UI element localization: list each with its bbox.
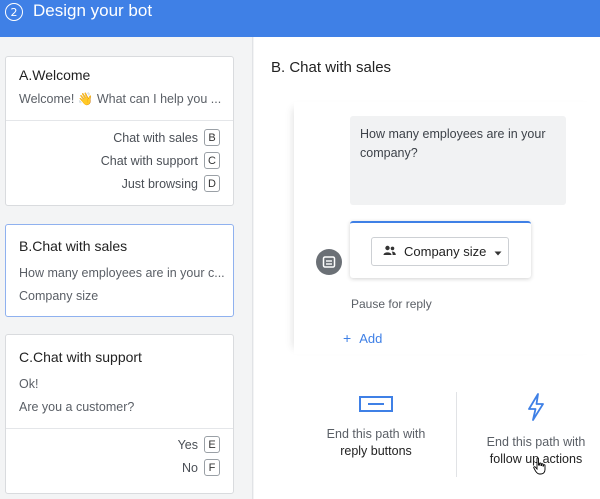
page-title: Design your bot — [33, 1, 153, 20]
reply-target-key: F — [204, 459, 220, 476]
card-divider — [6, 120, 233, 121]
caret-down-icon — [494, 244, 502, 259]
reply-target-key: C — [204, 152, 220, 169]
end-option-line2: follow up actions — [489, 452, 583, 466]
path-card-message-preview: How many employees are in your c... — [19, 266, 224, 280]
attribute-select[interactable]: Company size — [371, 237, 509, 266]
people-icon — [383, 244, 396, 259]
end-option-line2: reply buttons — [340, 444, 412, 458]
plus-icon: + — [343, 330, 352, 346]
attribute-select-value: Company size — [404, 244, 487, 259]
reply-target-key: B — [204, 129, 220, 146]
path-card-chat-with-sales[interactable]: B.Chat with sales How many employees are… — [5, 224, 234, 317]
reply-button-label: Just browsing — [121, 176, 198, 191]
reply-target-key: D — [204, 175, 220, 192]
path-card-attribute-preview: Company size — [19, 289, 99, 303]
path-card-message-preview: Ok! — [19, 377, 39, 391]
reply-button-label: Chat with support — [100, 153, 198, 168]
bot-message-bubble[interactable]: How many employees are in your company? — [350, 116, 566, 205]
options-divider — [456, 392, 457, 477]
reply-target-key: E — [204, 436, 220, 453]
end-with-follow-up-actions-option[interactable]: End this path with follow up actions — [461, 393, 600, 468]
editor-title: B. Chat with sales — [271, 59, 392, 76]
path-card-title: B.Chat with sales — [19, 238, 128, 254]
end-option-line1: End this path with — [486, 435, 586, 449]
path-card-title: C.Chat with support — [19, 349, 142, 365]
reply-button-row: Yes E — [178, 436, 220, 453]
path-card-title: A.Welcome — [19, 67, 91, 83]
lightning-icon — [461, 393, 600, 426]
end-with-reply-buttons-option[interactable]: End this path with reply buttons — [301, 395, 451, 460]
path-list-panel: A.Welcome Welcome! 👋 What can I help you… — [0, 37, 253, 499]
add-label: Add — [359, 330, 383, 346]
reply-button-row: Just browsing D — [122, 175, 220, 192]
pause-for-reply-label: Pause for reply — [351, 297, 432, 311]
reply-button-row: Chat with sales B — [113, 129, 220, 146]
reply-button-label: Yes — [177, 437, 198, 452]
reply-button-label: Chat with sales — [113, 130, 198, 145]
reply-button-row: No F — [182, 459, 220, 476]
reply-buttons-icon — [301, 395, 451, 418]
attribute-block-icon — [316, 249, 342, 275]
reply-button-row: Chat with support C — [101, 152, 220, 169]
hand-cursor-icon — [533, 457, 547, 480]
path-card-message-preview: Are you a customer? — [19, 400, 135, 414]
add-block-link[interactable]: + Add — [343, 330, 382, 346]
end-option-line1: End this path with — [326, 427, 426, 441]
reply-button-label: No — [182, 460, 198, 475]
attribute-collector-block: Company size — [350, 221, 531, 278]
path-card-chat-with-support[interactable]: C.Chat with support Ok! Are you a custom… — [5, 334, 234, 494]
step-number-badge: 2 — [5, 3, 23, 21]
path-editor-panel: B. Chat with sales How many employees ar… — [254, 37, 600, 499]
path-card-message-preview: Welcome! 👋 What can I help you ... — [19, 92, 222, 106]
path-card-welcome[interactable]: A.Welcome Welcome! 👋 What can I help you… — [5, 56, 234, 206]
card-divider — [6, 428, 233, 429]
top-bar: 2 Design your bot — [0, 0, 600, 37]
